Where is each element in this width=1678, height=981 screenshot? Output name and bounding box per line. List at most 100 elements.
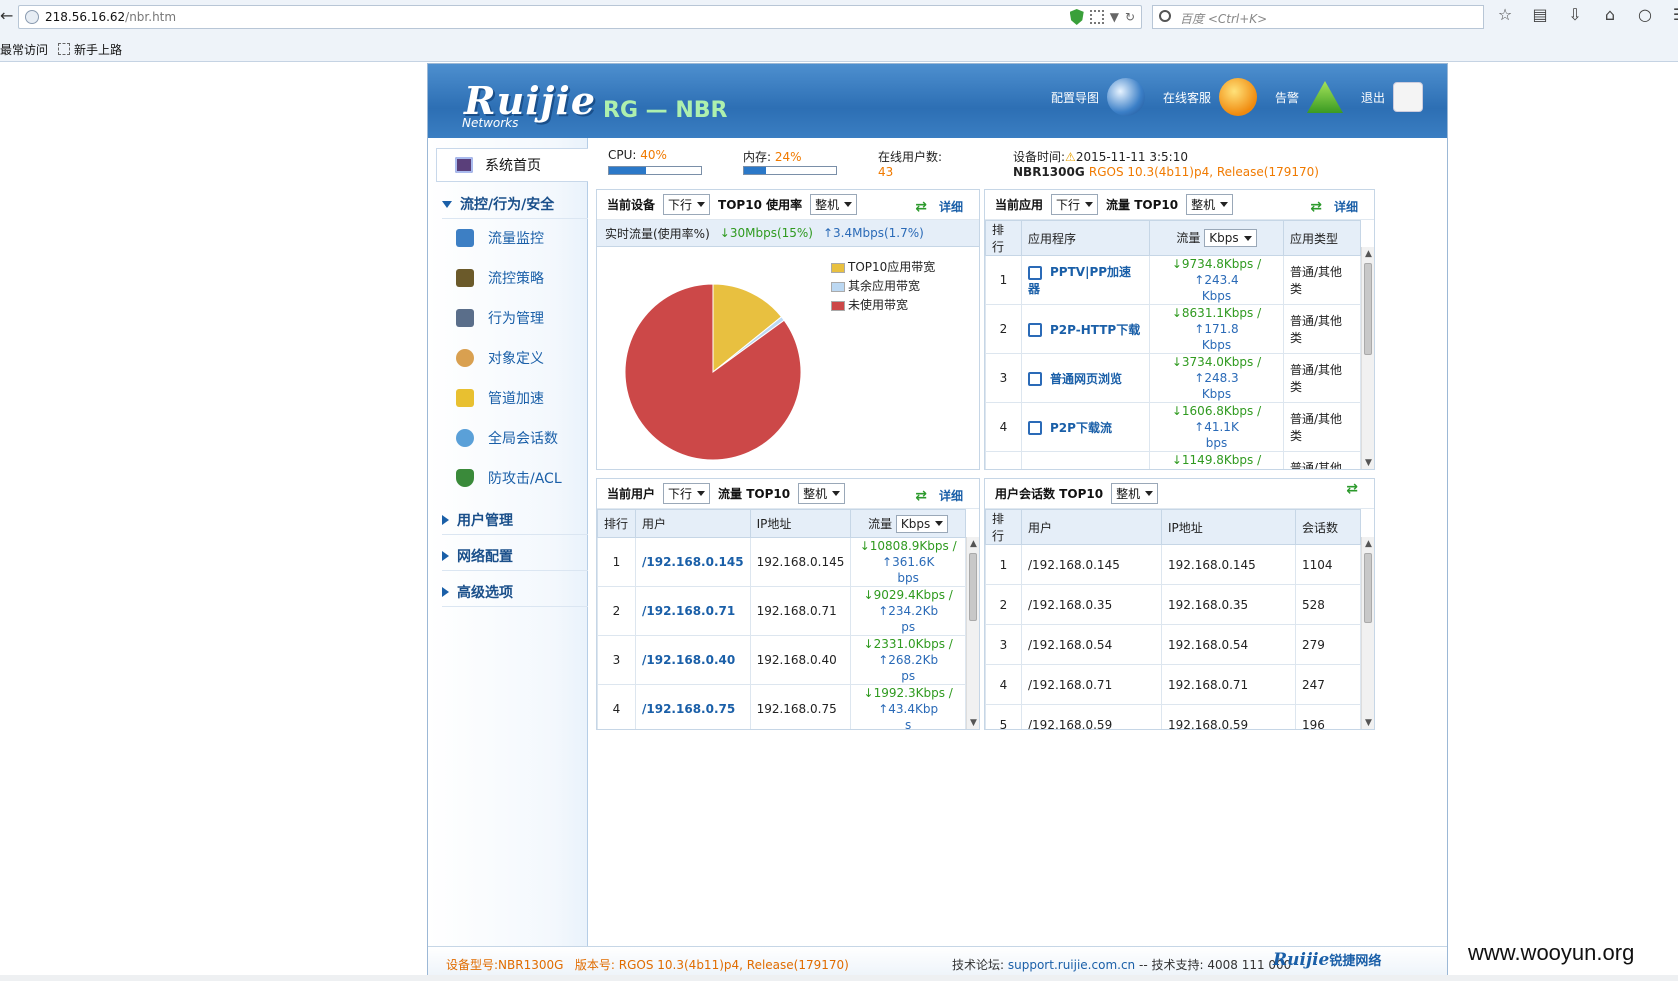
sidebar-item-flow-policy[interactable]: 流控策略	[456, 268, 544, 288]
app-name-cell[interactable]: P2P下载流	[1021, 402, 1150, 452]
app-type-cell: 普通/其他类	[1283, 255, 1361, 305]
rank-cell: 4	[597, 684, 636, 729]
column-header: 流量 Kbps	[850, 509, 966, 538]
session-count-cell: 196	[1295, 704, 1361, 729]
sidebar-item-object-def[interactable]: 对象定义	[456, 348, 544, 368]
apps-scrollbar[interactable]: ▲ ▼	[1361, 247, 1374, 469]
detail-link[interactable]: 详细	[939, 198, 963, 215]
ip-cell: 192.168.0.145	[1161, 544, 1296, 585]
rank-cell: 2	[985, 304, 1022, 354]
search-input[interactable]: 百度 <Ctrl+K>	[1152, 5, 1484, 29]
object-icon	[456, 349, 474, 367]
users-scrollbar[interactable]: ▲ ▼	[966, 537, 979, 729]
bookmark-star-icon[interactable]: ☆	[1496, 6, 1514, 24]
column-header: 会话数	[1295, 509, 1361, 545]
app-name-cell[interactable]: 普通网页浏览	[1021, 353, 1150, 403]
footer-logo: Ruijie锐捷网络	[1273, 950, 1382, 970]
scope-select[interactable]: 整机	[1186, 194, 1234, 215]
qr-code-icon[interactable]	[1089, 10, 1104, 24]
app-type-cell: 普通/其他类	[1283, 353, 1361, 403]
menu-icon[interactable]: ☰	[1671, 6, 1678, 24]
sidebar-section-network[interactable]: 网络配置	[442, 546, 588, 571]
cpu-bar	[608, 166, 702, 175]
site-info-icon[interactable]	[25, 10, 39, 24]
sidebar-item-behavior[interactable]: 行为管理	[456, 308, 544, 328]
url-text: 218.56.16.62/nbr.htm	[45, 10, 177, 24]
direction-select[interactable]: 下行	[663, 483, 711, 504]
refresh-icon[interactable]: ⇄	[1346, 481, 1358, 497]
home-icon[interactable]: ⌂	[1601, 6, 1619, 24]
reload-icon[interactable]: ↻	[1125, 10, 1135, 24]
download-icon[interactable]: ⇩	[1566, 6, 1584, 24]
sidebar-section-flow-control[interactable]: 流控/行为/安全	[442, 194, 588, 219]
service-icon	[1218, 78, 1257, 116]
apps-table: 排行 应用程序 流量 Kbps 应用类型 1 PPTV|PP加速器 ↓9734.8K…	[985, 220, 1361, 469]
refresh-icon[interactable]: ⇄	[915, 199, 927, 215]
table-row: 1 PPTV|PP加速器 ↓9734.8Kbps / ↑243.4 Kbps 普通/其他…	[985, 255, 1361, 305]
table-row: 5/192.168.0.59 192.168.0.59 196	[985, 704, 1361, 729]
scope-select[interactable]: 整机	[1111, 483, 1159, 504]
sidebar-item-pipe-accel[interactable]: 管道加速	[456, 388, 544, 408]
unit-select[interactable]: Kbps	[895, 514, 949, 533]
security-shield-icon[interactable]	[1069, 9, 1084, 25]
shield-icon	[456, 469, 474, 487]
sessions-scrollbar[interactable]: ▲ ▼	[1361, 537, 1374, 729]
bookmark-getting-started[interactable]: 新手上路	[58, 41, 122, 58]
sidebar-section-advanced[interactable]: 高级选项	[442, 582, 588, 607]
sessions-table: 排行 用户 IP地址 会话数 1/192.168.0.145 192.168.0.…	[985, 509, 1361, 729]
ruijie-logo: Ruijie Networks	[462, 78, 597, 130]
dropdown-icon[interactable]: ▼	[1110, 10, 1119, 24]
user-cell: /192.168.0.54	[1021, 624, 1162, 665]
legend-item: TOP10应用带宽	[831, 258, 935, 277]
detail-link[interactable]: 详细	[939, 487, 963, 504]
user-link[interactable]: /192.168.0.40	[635, 635, 751, 685]
direction-select[interactable]: 下行	[663, 194, 711, 215]
app-type-cell: 普通/其他类	[1283, 304, 1361, 354]
traffic-cell: ↓3734.0Kbps / ↑248.3 Kbps	[1149, 353, 1284, 403]
address-bar[interactable]: 218.56.16.62/nbr.htm ▼ ↻	[18, 5, 1142, 29]
refresh-icon[interactable]: ⇄	[915, 488, 927, 504]
search-icon	[1159, 10, 1171, 22]
direction-select[interactable]: 下行	[1051, 194, 1099, 215]
unit-select[interactable]: Kbps	[1204, 229, 1257, 247]
app-name-cell[interactable]: P2P-HTTP下载	[1021, 304, 1150, 354]
rank-cell: 4	[985, 664, 1022, 705]
table-row: 4 P2P下载流 ↓1606.8Kbps / ↑41.1K bps 普通/其他类	[985, 402, 1361, 452]
forum-link[interactable]: support.ruijie.com.cn	[1008, 958, 1135, 972]
scope-select[interactable]: 整机	[810, 194, 858, 215]
config-map-link[interactable]: 配置导图	[1051, 78, 1145, 116]
sidebar-item-sessions[interactable]: 全局会话数	[456, 428, 558, 448]
sidebar-section-user-mgmt[interactable]: 用户管理	[442, 510, 588, 535]
rank-cell: 3	[597, 635, 636, 685]
sidebar-item-home[interactable]: 系统首页	[436, 148, 588, 182]
app-name-cell[interactable]: P2P-WEB视频	[1021, 451, 1150, 469]
reading-list-icon[interactable]: ▤	[1531, 6, 1549, 24]
logout-link[interactable]: 退出	[1361, 82, 1423, 112]
column-header: 应用程序	[1021, 220, 1150, 256]
sidebar-item-attack-acl[interactable]: 防攻击/ACL	[456, 468, 562, 488]
column-header: 排行	[985, 220, 1022, 256]
traffic-cell: ↓1992.3Kbps / ↑43.4Kbp s	[850, 684, 966, 729]
alarm-link[interactable]: 告警	[1275, 81, 1343, 113]
traffic-cell: ↓2331.0Kbps / ↑268.2Kb ps	[850, 635, 966, 685]
user-link[interactable]: /192.168.0.71	[635, 586, 751, 636]
router-admin-app: Ruijie Networks RG — NBR 配置导图 在线客服 告警 退出…	[427, 63, 1448, 978]
cpu-stat: CPU: 40%	[608, 148, 667, 162]
chat-icon[interactable]: ○	[1636, 6, 1654, 24]
bookmark-most-visited[interactable]: 最常访问	[0, 41, 48, 58]
sidebar-item-traffic-monitor[interactable]: 流量监控	[456, 228, 544, 248]
user-link[interactable]: /192.168.0.75	[635, 684, 751, 729]
rank-cell: 1	[985, 544, 1022, 585]
ip-cell: 192.168.0.54	[1161, 624, 1296, 665]
refresh-icon[interactable]: ⇄	[1310, 199, 1322, 215]
memory-bar	[743, 166, 837, 175]
session-count-cell: 279	[1295, 624, 1361, 665]
online-service-link[interactable]: 在线客服	[1163, 78, 1257, 116]
back-icon[interactable]: ←	[0, 3, 14, 29]
user-link[interactable]: /192.168.0.145	[635, 537, 751, 587]
app-name-cell[interactable]: PPTV|PP加速器	[1021, 255, 1150, 305]
scope-select[interactable]: 整机	[798, 483, 846, 504]
expand-arrow-icon	[442, 200, 452, 208]
detail-link[interactable]: 详细	[1334, 198, 1358, 215]
traffic-cell: ↓9734.8Kbps / ↑243.4 Kbps	[1149, 255, 1284, 305]
